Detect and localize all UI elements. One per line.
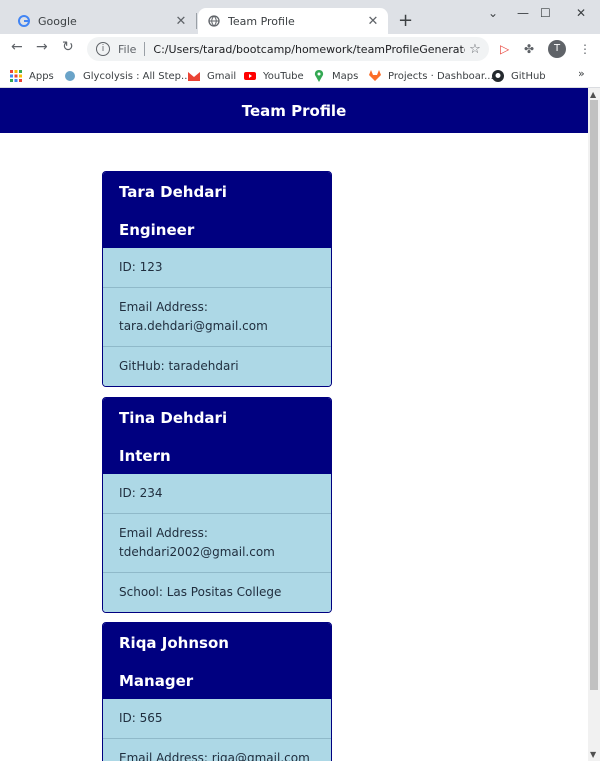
bookmark-label: Maps [332, 70, 359, 82]
globe-icon [208, 15, 220, 27]
forward-icon[interactable]: → [36, 39, 48, 55]
scroll-up-icon[interactable]: ▲ [590, 90, 596, 99]
bookmark-maps[interactable]: Maps [313, 68, 358, 84]
info-icon[interactable]: i [96, 42, 110, 56]
extension-icon[interactable]: ▷ [500, 42, 509, 56]
scrollbar-thumb[interactable] [590, 100, 598, 690]
employee-name: Riqa Johnson [119, 634, 229, 652]
google-icon [18, 15, 30, 27]
employee-card: Tara Dehdari Engineer ID: 123 Email Addr… [102, 171, 332, 387]
vertical-scrollbar[interactable]: ▲ ▼ [588, 88, 600, 761]
bookmark-label: YouTube [263, 70, 304, 82]
employee-role: Manager [119, 672, 194, 690]
card-body: ID: 234 Email Address: tdehdari2002@gmai… [103, 474, 331, 612]
new-tab-button[interactable]: + [398, 10, 413, 31]
card-header: Riqa Johnson Manager [103, 623, 331, 699]
card-header: Tina Dehdari Intern [103, 398, 331, 474]
github-icon [492, 70, 504, 82]
bookmark-gitlab[interactable]: Projects · Dashboar... [369, 68, 494, 84]
bookmark-gmail[interactable]: Gmail [188, 68, 236, 84]
reload-icon[interactable]: ↻ [62, 39, 74, 55]
scroll-down-icon[interactable]: ▼ [590, 750, 596, 759]
back-icon[interactable]: ← [11, 39, 23, 55]
more-bookmarks-icon[interactable]: » [578, 67, 585, 80]
gitlab-icon [369, 70, 381, 81]
tab-title: Team Profile [228, 14, 295, 28]
browser-toolbar: ← → ↻ i File C:/Users/tarad/bootcamp/hom… [0, 34, 600, 64]
bookmark-star-icon[interactable]: ☆ [465, 42, 485, 57]
employee-id: ID: 234 [119, 486, 163, 500]
apps-grid-icon [10, 70, 22, 82]
employee-card: Riqa Johnson Manager ID: 565 Email Addre… [102, 622, 332, 761]
bookmark-youtube[interactable]: YouTube [244, 68, 304, 84]
avatar[interactable]: T [548, 40, 566, 58]
tab-strip: Google ✕ Team Profile ✕ + ⌄ — ☐ ✕ [0, 0, 600, 34]
maximize-icon[interactable]: ☐ [540, 6, 551, 20]
bookmark-apps[interactable]: Apps [10, 68, 54, 84]
employee-name: Tina Dehdari [119, 409, 228, 427]
bookmark-label: GitHub [511, 70, 546, 82]
youtube-icon [244, 72, 256, 80]
page-header: Team Profile [0, 88, 588, 133]
bookmark-github[interactable]: GitHub [492, 68, 546, 84]
employee-github: GitHub: taradehdari [103, 346, 331, 386]
card-body: ID: 565 Email Address: riqa@gmail.com [103, 699, 331, 761]
maps-icon [314, 70, 324, 82]
page-title: Team Profile [241, 101, 347, 120]
card-header: Tara Dehdari Engineer [103, 172, 331, 248]
employee-school: School: Las Positas College [103, 572, 331, 612]
tab-google[interactable]: Google ✕ [8, 8, 196, 34]
tab-title: Google [38, 14, 77, 28]
minimize-icon[interactable]: — [517, 6, 529, 20]
employee-card: Tina Dehdari Intern ID: 234 Email Addres… [102, 397, 332, 613]
tab-divider [196, 13, 197, 29]
url-text[interactable]: C:/Users/tarad/bootcamp/homework/teamPro… [153, 43, 465, 56]
close-icon[interactable]: ✕ [364, 14, 382, 29]
bookmark-glycolysis[interactable]: Glycolysis : All Step... [64, 68, 191, 84]
glycolysis-icon [65, 71, 75, 81]
url-scheme: File [118, 42, 137, 56]
employee-name: Tara Dehdari [119, 183, 227, 201]
puzzle-icon[interactable]: ✤ [524, 42, 534, 56]
gmail-icon [188, 72, 200, 81]
window-close-icon[interactable]: ✕ [576, 6, 586, 20]
address-bar[interactable]: i File C:/Users/tarad/bootcamp/homework/… [87, 37, 489, 61]
divider [144, 42, 146, 56]
page-viewport: Team Profile Tara Dehdari Engineer ID: 1… [0, 88, 588, 761]
menu-icon[interactable]: ⋮ [579, 42, 591, 56]
card-body: ID: 123 Email Address: tara.dehdari@gmai… [103, 248, 331, 386]
chevron-down-icon[interactable]: ⌄ [488, 6, 498, 20]
bookmark-label: Glycolysis : All Step... [83, 70, 191, 82]
bookmark-label: Gmail [207, 70, 237, 82]
employee-email: Email Address: tara.dehdari@gmail.com [103, 287, 331, 346]
tab-team-profile[interactable]: Team Profile ✕ [198, 8, 388, 34]
employee-id: ID: 123 [119, 260, 163, 274]
bookmarks-bar: Apps Glycolysis : All Step... Gmail YouT… [0, 64, 600, 88]
close-icon[interactable]: ✕ [172, 14, 190, 29]
bookmark-label: Projects · Dashboar... [388, 70, 494, 82]
employee-email: Email Address: tdehdari2002@gmail.com [103, 513, 331, 572]
employee-role: Engineer [119, 221, 195, 239]
browser-chrome: Google ✕ Team Profile ✕ + ⌄ — ☐ ✕ ← → ↻ … [0, 0, 600, 88]
employee-role: Intern [119, 447, 171, 465]
employee-id: ID: 565 [119, 711, 163, 725]
employee-email: Email Address: riqa@gmail.com [103, 738, 331, 761]
bookmark-label: Apps [29, 70, 54, 82]
